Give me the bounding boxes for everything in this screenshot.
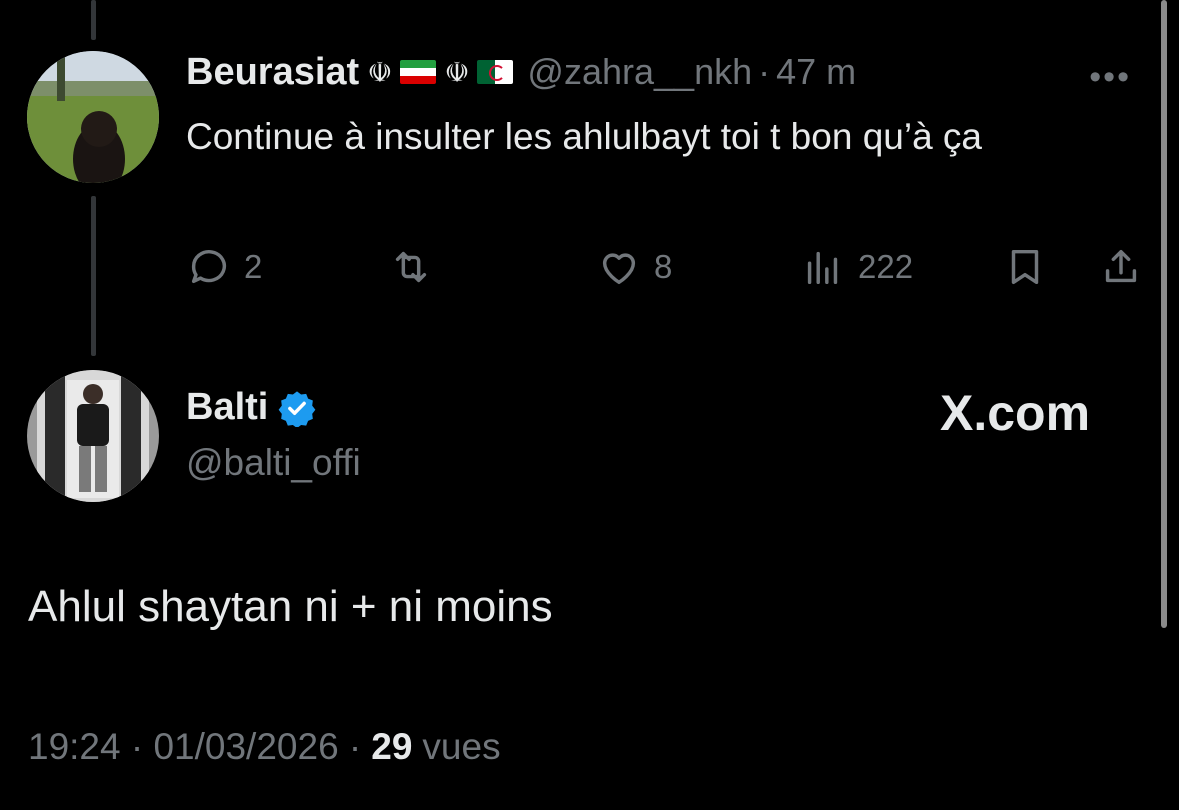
retweet-icon — [395, 251, 427, 283]
reply-display-name[interactable]: Beurasiat — [186, 51, 359, 94]
scrollbar[interactable] — [1161, 0, 1167, 628]
reply-action-bar: 2 8 222 — [0, 244, 1179, 294]
separator-dot: · — [758, 51, 771, 92]
share-icon — [1105, 249, 1137, 283]
verified-badge-icon[interactable] — [278, 389, 316, 427]
bookmark-button[interactable] — [1002, 244, 1048, 290]
main-display-name[interactable]: Balti — [186, 386, 268, 429]
more-options-icon[interactable]: ••• — [1089, 58, 1131, 97]
reply-header: Beurasiat ☫ ☫ @zahra__nkh · 47 m — [186, 50, 856, 94]
main-handle[interactable]: @balti_offi — [186, 442, 361, 484]
algeria-flag-icon — [477, 60, 514, 84]
bookmark-icon — [1011, 249, 1039, 285]
analytics-icon — [807, 251, 838, 285]
views-label: vues — [422, 726, 501, 767]
main-tweet-meta: 19:24 · 01/03/2026 · 29 vues — [28, 726, 501, 768]
reply-timestamp[interactable]: 47 m — [776, 51, 856, 93]
reply-button[interactable]: 2 — [186, 244, 262, 290]
emblem-icon: ☫ — [367, 56, 393, 88]
reply-count: 2 — [244, 248, 263, 285]
reply-text: Continue à insulter les ahlulbayt toi t … — [186, 116, 983, 157]
share-button[interactable] — [1098, 244, 1144, 290]
iran-flag-icon — [400, 60, 437, 84]
heart-icon — [602, 253, 636, 285]
like-count: 8 — [654, 248, 673, 285]
reply-handle[interactable]: @zahra__nkh — [527, 51, 752, 93]
comment-icon — [191, 250, 227, 284]
tweet-date[interactable]: 19:24 · 01/03/2026 · — [28, 726, 361, 768]
views-button[interactable]: 222 — [800, 244, 913, 290]
thread-line-top — [91, 0, 96, 40]
main-avatar[interactable] — [27, 370, 159, 502]
views-count: 29 — [371, 726, 413, 767]
reply-avatar[interactable] — [27, 51, 159, 183]
retweet-button[interactable] — [388, 244, 446, 290]
emblem-icon: ☫ — [444, 56, 470, 88]
main-tweet-text: Ahlul shaytan ni + ni moins — [28, 582, 553, 631]
x-com-watermark: X.com — [940, 385, 1091, 441]
view-count: 222 — [858, 248, 914, 285]
main-author-row: Balti — [186, 386, 316, 429]
like-button[interactable]: 8 — [596, 244, 672, 290]
